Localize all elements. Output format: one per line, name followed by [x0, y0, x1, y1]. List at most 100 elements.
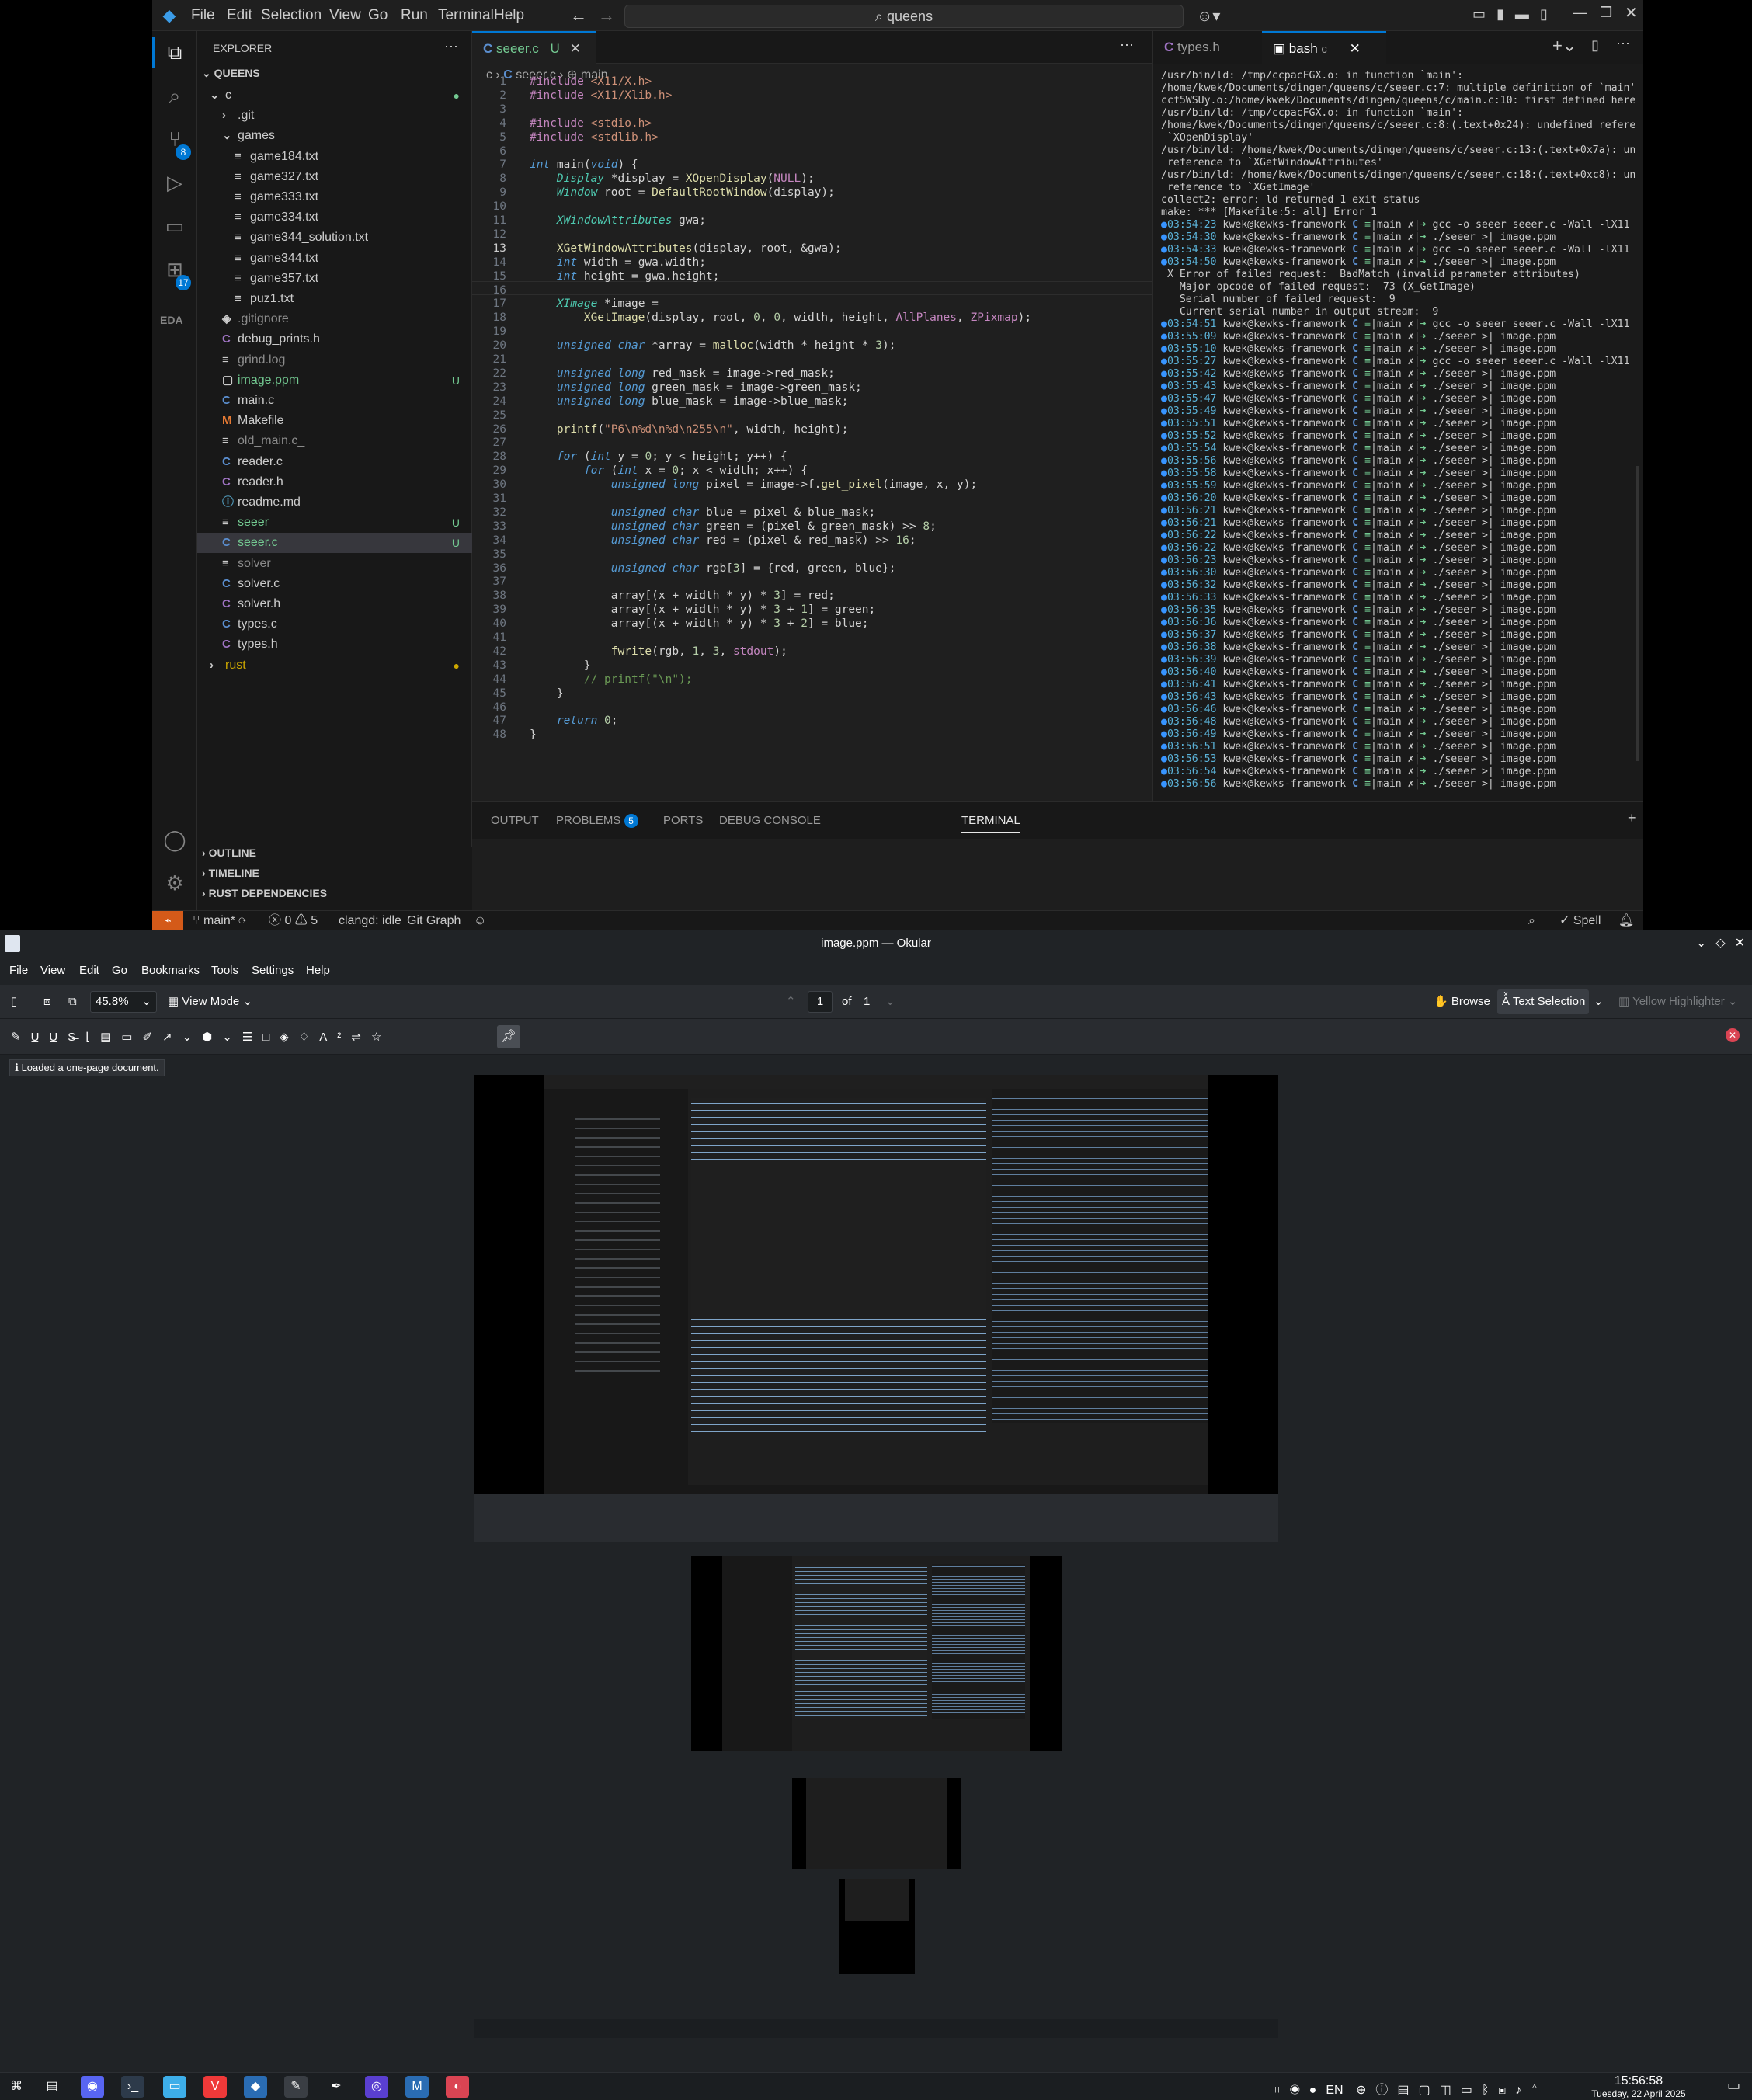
okular-menu-file[interactable]: File	[9, 960, 28, 982]
tab-ports[interactable]: PORTS	[663, 802, 703, 840]
okular-menu-help[interactable]: Help	[306, 960, 330, 982]
file-item[interactable]: M Makefile	[197, 411, 472, 431]
code-line[interactable]: 10	[472, 200, 1152, 214]
editor-more-icon[interactable]: ⋯	[1120, 37, 1134, 54]
desktop-switcher-icon[interactable]: ▤	[40, 2076, 64, 2098]
spell-status[interactable]: ✓ Spell	[1559, 911, 1601, 930]
tab-problems[interactable]: PROBLEMS 5	[556, 802, 638, 840]
browse-tool[interactable]: ✋ Browse	[1434, 991, 1490, 1013]
okular-menu-view[interactable]: View	[40, 960, 65, 982]
section-timeline[interactable]: › TIMELINE	[202, 867, 259, 879]
settings-gear-icon[interactable]: ⚙	[162, 870, 188, 896]
code-line[interactable]: 7 int main(void) {	[472, 158, 1152, 172]
text-editor-icon[interactable]: ✎	[284, 2076, 308, 2098]
code-line[interactable]: 36 unsigned char rgb[3] = {red, green, b…	[472, 562, 1152, 575]
file-item[interactable]: Creader.h	[197, 472, 472, 492]
code-line[interactable]: 18 XGetImage(display, root, 0, 0, width,…	[472, 311, 1152, 325]
menu-run[interactable]: Run	[401, 0, 428, 31]
section-rust-deps[interactable]: › RUST DEPENDENCIES	[202, 887, 327, 899]
file-item[interactable]: ≡ grind.log	[197, 350, 472, 370]
remote-indicator-icon[interactable]: ⌁	[152, 911, 183, 930]
code-line[interactable]: 34 unsigned char red = (pixel & red_mask…	[472, 534, 1152, 548]
okular-menu-go[interactable]: Go	[112, 960, 127, 982]
notifications-icon[interactable]: 🔔︎	[1618, 911, 1634, 930]
menu-terminal[interactable]: Terminal	[438, 0, 494, 31]
file-item[interactable]: ≡ puz1.txt	[197, 289, 472, 309]
file-item[interactable]: ⓘ readme.md	[197, 492, 472, 513]
annotation-tools-icons[interactable]: ✎U̲U̲S̶⌊▤▭✐↗⌄⬢⌄☰□◈♢A²⇌☆	[11, 1027, 391, 1048]
tab-debug-console[interactable]: DEBUG CONSOLE	[719, 802, 821, 840]
show-desktop-icon[interactable]: ▭	[1727, 2077, 1740, 2094]
remote-explorer-icon[interactable]: ▭	[162, 213, 188, 239]
code-line[interactable]: 15 int height = gwa.height;	[472, 269, 1152, 283]
search-icon[interactable]: ⌕	[162, 82, 188, 109]
code-line[interactable]: 1 #include <X11/X.h>	[472, 75, 1152, 89]
code-line[interactable]: 2 #include <X11/Xlib.h>	[472, 89, 1152, 103]
code-line[interactable]: 32 unsigned char blue = pixel & blue_mas…	[472, 506, 1152, 520]
minimize-button[interactable]: —	[1573, 5, 1587, 21]
document-page[interactable]	[474, 1075, 1278, 2038]
code-line[interactable]: 26 printf("P6\n%d\n%d\n255\n", width, he…	[472, 422, 1152, 436]
vscode-taskbar-icon[interactable]: ◆	[244, 2076, 267, 2098]
close-annotation-bar-icon[interactable]: ✕	[1726, 1028, 1740, 1042]
file-item[interactable]: Creader.c	[197, 452, 472, 472]
code-line[interactable]: 40 array[(x + width * y) * 3 + 2] = blue…	[472, 617, 1152, 631]
file-item[interactable]: Cdebug_prints.h	[197, 329, 472, 349]
inkscape-icon[interactable]: ✒	[325, 2076, 348, 2098]
close-icon[interactable]: ✕	[1350, 41, 1361, 56]
text-selection-tool[interactable]: Aͯ Text Selection	[1497, 989, 1589, 1014]
explorer-root[interactable]: ⌄ QUEENS	[202, 67, 260, 80]
file-item[interactable]: ≡ game344_solution.txt	[197, 228, 472, 248]
code-line[interactable]: 12	[472, 228, 1152, 242]
terminal-output[interactable]: /usr/bin/ld: /tmp/ccpacFGX.o: in functio…	[1161, 70, 1635, 791]
layout-controls[interactable]: ▭▮▬▯	[1472, 6, 1559, 23]
code-line[interactable]: 9 Window root = DefaultRootWindow(displa…	[472, 186, 1152, 200]
code-line[interactable]: 41	[472, 631, 1152, 645]
okular-menu-settings[interactable]: Settings	[252, 960, 294, 982]
eda-label[interactable]: EDA	[160, 314, 183, 326]
file-item[interactable]: ≡ game184.txt	[197, 147, 472, 167]
file-item[interactable]: ≡ game357.txt	[197, 269, 472, 289]
file-item[interactable]: ≡ game333.txt	[197, 187, 472, 207]
file-manager-icon[interactable]: ▭	[163, 2076, 186, 2098]
code-line[interactable]: 27	[472, 436, 1152, 450]
code-line[interactable]: 46	[472, 701, 1152, 714]
code-line[interactable]: 37	[472, 575, 1152, 589]
code-line[interactable]: 17 XImage *image =	[472, 297, 1152, 311]
prev-page-icon[interactable]: ⌃	[786, 991, 796, 1013]
code-line[interactable]: 19	[472, 325, 1152, 339]
folder-item[interactable]: ⌄ games	[197, 126, 472, 146]
pin-icon[interactable]: 📌︎	[497, 1025, 520, 1048]
run-debug-icon[interactable]: ▷	[162, 169, 188, 196]
discord-icon[interactable]: ◉	[81, 2076, 104, 2098]
code-line[interactable]: 3	[472, 103, 1152, 116]
code-line[interactable]: 21	[472, 353, 1152, 367]
close-icon[interactable]: ✕	[570, 41, 581, 56]
code-line[interactable]: 29 for (int x = 0; x < width; x++) {	[472, 464, 1152, 478]
folder-item[interactable]: › rust ●	[197, 655, 472, 676]
tab-seeer-c[interactable]: C seeer.c U ✕	[472, 31, 596, 64]
menu-go[interactable]: Go	[368, 0, 388, 31]
code-line[interactable]: 20 unsigned char *array = malloc(width *…	[472, 339, 1152, 353]
okular-menu-tools[interactable]: Tools	[211, 960, 238, 982]
view-mode-button[interactable]: ▦ View Mode ⌄	[168, 991, 252, 1013]
clock-date[interactable]: Tuesday, 22 April 2025	[1553, 2088, 1724, 2099]
menu-selection[interactable]: Selection	[261, 0, 322, 31]
file-item[interactable]: ≡ old_main.c_	[197, 431, 472, 451]
terminal-scrollbar[interactable]	[1636, 466, 1639, 761]
code-line[interactable]: 16	[472, 283, 1152, 297]
tab-bash[interactable]: ▣ bash c ✕	[1262, 31, 1386, 64]
keyboard-layout[interactable]: EN	[1326, 2084, 1343, 2097]
code-line[interactable]: 31	[472, 492, 1152, 506]
new-terminal-icon[interactable]: +⌄	[1552, 36, 1576, 56]
window-controls[interactable]: ⌄◇✕	[1696, 935, 1752, 951]
code-line[interactable]: 39 array[(x + width * y) * 3 + 1] = gree…	[472, 603, 1152, 617]
file-item[interactable]: Csolver.c	[197, 574, 472, 594]
file-item[interactable]: ≡ seeer U	[197, 513, 472, 533]
split-terminal-icon[interactable]: ▯	[1591, 37, 1599, 54]
close-window-button[interactable]: ✕	[1625, 3, 1638, 23]
file-item[interactable]: ≡ game334.txt	[197, 207, 472, 228]
terminal-app-icon[interactable]: ›_	[121, 2076, 144, 2098]
file-item[interactable]: Csolver.h	[197, 594, 472, 614]
code-line[interactable]: 43 }	[472, 659, 1152, 673]
